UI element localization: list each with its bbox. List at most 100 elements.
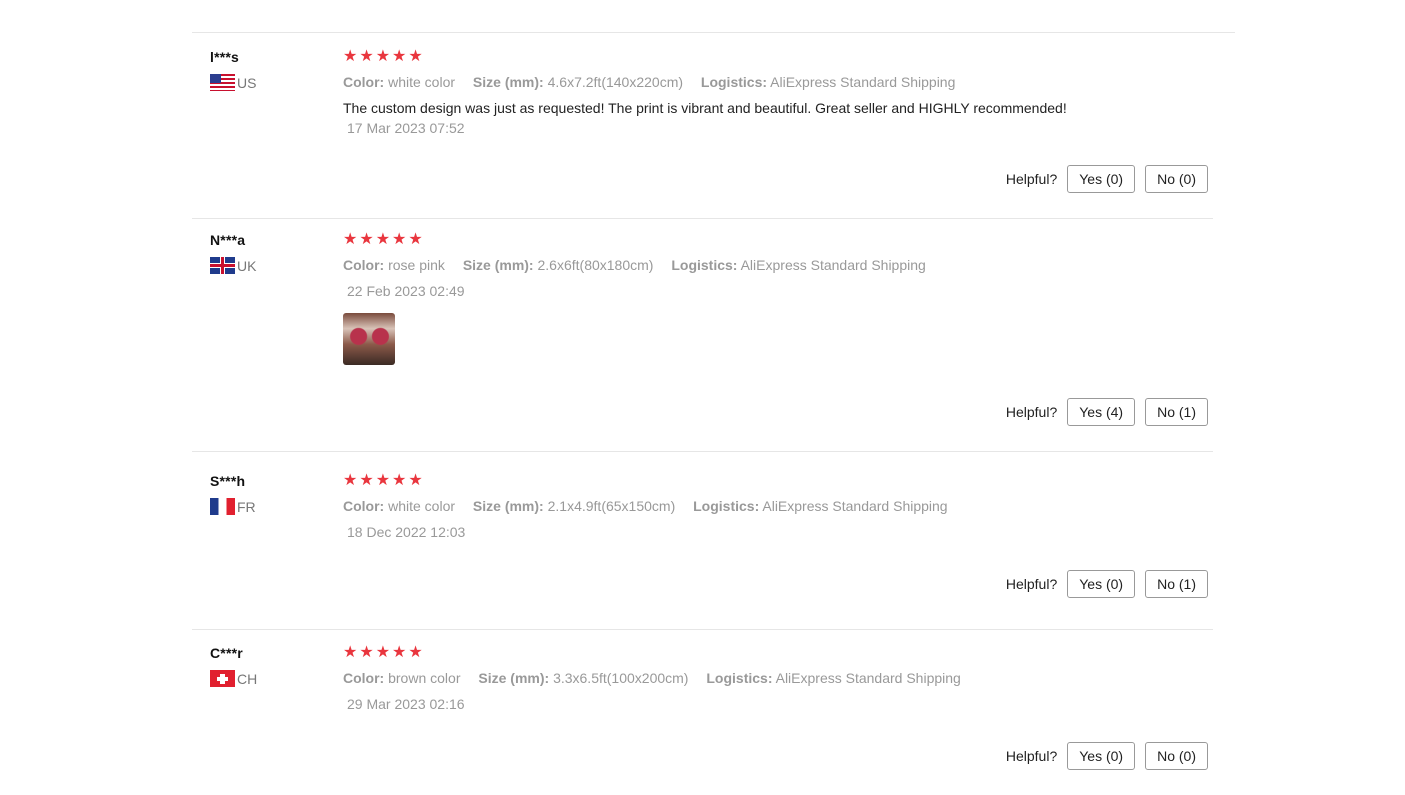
helpful-no-button[interactable]: No (0) [1145,742,1208,770]
size-value: 4.6x7.2ft(140x220cm) [547,74,684,90]
star-icon: ★ [359,231,374,248]
helpful-label: Helpful? [1005,748,1058,764]
fr-flag-icon [210,498,235,515]
star-icon: ★ [408,48,423,65]
star-icon: ★ [343,48,358,65]
color-value: brown color [388,670,461,686]
star-icon: ★ [343,231,358,248]
logistics-value: AliExpress Standard Shipping [770,74,956,90]
reviewer-info: C***r CH [210,644,330,687]
star-icon: ★ [392,231,407,248]
size-value: 2.6x6ft(80x180cm) [537,257,654,273]
size-label: Size (mm): [478,670,550,686]
star-rating: ★ ★ ★ ★ ★ [343,472,1213,490]
color-value: white color [388,498,456,514]
reviewer-info: N***a UK [210,231,330,274]
helpful-yes-button[interactable]: Yes (0) [1067,165,1136,193]
star-icon: ★ [359,472,374,489]
helpful-no-button[interactable]: No (0) [1145,165,1208,193]
country-code: CH [237,670,258,687]
review-divider [192,451,1213,452]
color-value: white color [388,74,456,90]
star-icon: ★ [359,644,374,661]
logistics-label: Logistics: [671,257,738,273]
star-icon: ★ [375,644,391,661]
color-label: Color: [343,498,385,514]
star-icon: ★ [359,48,374,65]
review-date: 17 Mar 2023 07:52 [347,120,465,136]
ch-flag-icon [210,670,235,687]
review-item: N***a UK ★ ★ ★ ★ ★ Color: rose pink Size… [192,231,1213,452]
star-icon: ★ [408,472,423,489]
reviewer-country: US [210,74,330,91]
star-icon: ★ [343,472,358,489]
helpful-yes-button[interactable]: Yes (4) [1067,398,1136,426]
country-code: US [237,74,257,91]
color-label: Color: [343,257,385,273]
size-label: Size (mm): [462,257,534,273]
star-rating: ★ ★ ★ ★ ★ [343,231,1213,249]
reviewer-name: l***s [210,49,240,65]
review-sku-info: Color: white color Size (mm): 4.6x7.2ft(… [343,72,1213,92]
color-value: rose pink [388,257,445,273]
helpful-yes-button[interactable]: Yes (0) [1067,570,1136,598]
star-icon: ★ [392,472,407,489]
review-content: ★ ★ ★ ★ ★ Color: rose pink Size (mm): 2.… [343,231,1213,365]
review-sku-info: Color: brown color Size (mm): 3.3x6.5ft(… [343,668,1213,688]
star-icon: ★ [375,472,391,489]
review-content: ★ ★ ★ ★ ★ Color: white color Size (mm): … [343,472,1213,542]
helpful-label: Helpful? [1005,576,1058,592]
star-icon: ★ [408,231,423,248]
star-icon: ★ [392,48,407,65]
helpful-label: Helpful? [1005,171,1058,187]
size-value: 2.1x4.9ft(65x150cm) [547,498,676,514]
helpful-voting: Helpful? Yes (4) No (1) [1006,398,1208,426]
star-icon: ★ [375,231,391,248]
review-date: 18 Dec 2022 12:03 [347,524,466,540]
country-code: UK [237,257,257,274]
size-label: Size (mm): [472,74,544,90]
helpful-no-button[interactable]: No (1) [1145,570,1208,598]
star-icon: ★ [343,644,358,661]
star-rating: ★ ★ ★ ★ ★ [343,644,1213,662]
country-code: FR [237,498,256,515]
helpful-yes-button[interactable]: Yes (0) [1067,742,1136,770]
review-content: ★ ★ ★ ★ ★ Color: white color Size (mm): … [343,48,1213,138]
review-item: C***r CH ★ ★ ★ ★ ★ Color: brown color Si… [192,644,1213,784]
reviewer-country: FR [210,498,330,515]
star-rating: ★ ★ ★ ★ ★ [343,48,1213,66]
helpful-no-button[interactable]: No (1) [1145,398,1208,426]
top-divider [192,32,1235,33]
logistics-label: Logistics: [693,498,760,514]
star-icon: ★ [375,48,391,65]
reviewer-name: C***r [210,645,243,661]
uk-flag-icon [210,257,235,274]
review-date: 22 Feb 2023 02:49 [347,283,465,299]
review-sku-info: Color: rose pink Size (mm): 2.6x6ft(80x1… [343,255,1213,275]
helpful-label: Helpful? [1005,404,1058,420]
logistics-label: Logistics: [706,670,773,686]
review-divider [192,629,1213,630]
helpful-voting: Helpful? Yes (0) No (1) [1006,570,1208,598]
size-label: Size (mm): [472,498,544,514]
logistics-value: AliExpress Standard Shipping [775,670,961,686]
review-sku-info: Color: white color Size (mm): 2.1x4.9ft(… [343,496,1213,516]
logistics-label: Logistics: [700,74,768,90]
size-value: 3.3x6.5ft(100x200cm) [553,670,689,686]
us-flag-icon [210,74,235,91]
reviewer-info: l***s US [210,48,330,91]
logistics-value: AliExpress Standard Shipping [740,257,926,273]
color-label: Color: [343,670,385,686]
star-icon: ★ [392,644,407,661]
helpful-voting: Helpful? Yes (0) No (0) [1006,165,1208,193]
star-icon: ★ [408,644,423,661]
review-date: 29 Mar 2023 02:16 [347,696,465,712]
color-label: Color: [343,74,385,90]
reviewer-name: N***a [210,232,246,248]
reviewer-country: UK [210,257,330,274]
review-item: S***h FR ★ ★ ★ ★ ★ Color: white color Si… [192,472,1213,630]
review-photo-thumbnail[interactable] [343,313,395,365]
reviewer-country: CH [210,670,330,687]
review-content: ★ ★ ★ ★ ★ Color: brown color Size (mm): … [343,644,1213,714]
review-item: l***s US ★ ★ ★ ★ ★ Color: white color Si… [192,48,1213,219]
